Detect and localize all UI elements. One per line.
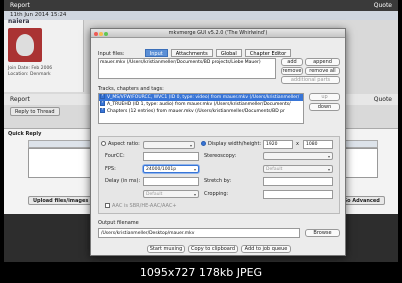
tab-chapter-editor[interactable]: Chapter Editor [244,49,292,57]
default-select[interactable]: Default ▾ [143,190,199,198]
display-width-input[interactable]: 1920 [263,140,293,149]
input-file-item[interactable]: mauer.mkv (/Users/kristianmeller/Documen… [99,59,275,66]
username[interactable]: naiera [8,18,29,25]
report-link-2[interactable]: Report [10,96,30,103]
aac-option[interactable]: AAC is SBR/HE-AAC/AAC+ [105,203,177,209]
track-checkbox[interactable] [100,94,105,99]
mkvmerge-window: mkvmerge GUI v5.2.0 ('The Whirlwind') In… [90,28,346,256]
down-button[interactable]: down [309,103,340,111]
track-label: Chapters (12 entries) from mauer.mkv (/U… [107,109,285,114]
track-checkbox[interactable] [100,101,105,106]
additional-parts-button[interactable]: additional parts [281,76,340,84]
tracks-list[interactable]: V_MS/VFW/FOURCC, WVC1 (ID 0, type: video… [98,93,304,124]
tab-global[interactable]: Global [215,49,242,57]
copy-to-clipboard-button[interactable]: Copy to clipboard [188,245,238,253]
remove-button[interactable]: remove [281,67,303,75]
track-row-chapters[interactable]: Chapters (12 entries) from mauer.mkv (/U… [99,108,303,115]
aspect-ratio-select[interactable]: ▾ [143,141,195,149]
tab-attachments[interactable]: Attachments [170,49,213,57]
quote-link-2[interactable]: Quote [374,94,392,105]
reply-to-thread-button[interactable]: Reply to Thread [10,107,60,116]
remove-all-button[interactable]: remove all [305,67,340,75]
location: Location: Denmark [8,72,51,77]
track-checkbox[interactable] [100,108,105,113]
fps-default-value: Default [266,167,283,172]
fps-value: 24000/1001p [146,167,177,172]
display-x-label: x [296,141,299,147]
output-filename-label: Output filename [98,220,139,226]
report-link[interactable]: Report [10,2,30,9]
aac-checkbox[interactable] [105,203,110,208]
track-row-video[interactable]: V_MS/VFW/FOURCC, WVC1 (ID 0, type: video… [99,94,303,101]
display-wh-radio[interactable] [201,141,206,146]
post-date: 11th Jun 2014 15:24 [4,11,398,20]
avatar [8,28,42,62]
top-report-bar: Report Quote [4,0,398,11]
fps-select[interactable]: 24000/1001p ▾ [143,165,199,173]
image-frame: Report Quote 11th Jun 2014 15:24 naiera … [0,0,402,283]
stretch-input[interactable] [263,177,333,186]
cropping-input[interactable] [263,190,333,199]
default-select-value: Default [146,192,163,197]
user-sidebar: naiera Join Date: Feb 2006 Location: Den… [4,18,84,92]
input-files-label: Input files: [98,51,125,57]
append-button[interactable]: append [305,58,340,66]
screenshot: Report Quote 11th Jun 2014 15:24 naiera … [4,0,398,262]
track-label: V_MS/VFW/FOURCC, WVC1 (ID 0, type: video… [107,95,300,100]
fourcc-input[interactable] [143,152,199,161]
main-tabs: Input Attachments Global Chapter Editor [91,40,345,59]
track-row-audio[interactable]: A_TRUEHD (ID 1, type: audio) from mauer.… [99,101,303,108]
fps-label: FPS: [105,166,116,172]
cropping-label: Cropping: [204,191,229,197]
aspect-ratio-label: Aspect ratio: [108,141,140,147]
window-controls [94,31,109,40]
aac-label: AAC is SBR/HE-AAC/AAC+ [112,203,177,209]
add-button[interactable]: add [281,58,303,66]
display-height-input[interactable]: 1080 [303,140,333,149]
upload-files-button[interactable]: Upload files/images [28,196,94,205]
delay-label: Delay (in ms): [105,178,141,184]
input-files-list[interactable]: mauer.mkv (/Users/kristianmeller/Documen… [98,58,276,79]
start-muxing-button[interactable]: Start muxing [147,245,185,253]
quote-link[interactable]: Quote [374,0,392,11]
tab-input[interactable]: Input [144,49,168,57]
stereoscopy-label: Stereoscopy: [204,153,237,159]
display-wh-option[interactable]: Display width/height: [201,141,261,147]
browse-button[interactable]: Browse [305,229,340,237]
window-title: mkvmerge GUI v5.2.0 ('The Whirlwind') [168,30,268,36]
display-wh-label: Display width/height: [208,141,262,147]
fps-default-select[interactable]: Default ▾ [263,165,333,173]
fourcc-label: FourCC: [105,153,125,159]
minimize-icon[interactable] [99,32,103,36]
aspect-ratio-option[interactable]: Aspect ratio: [101,141,140,147]
image-caption: 1095x727 178kb JPEG [0,262,402,283]
window-titlebar: mkvmerge GUI v5.2.0 ('The Whirlwind') [91,29,345,38]
output-filename-input[interactable]: /Users/kristianmeller/Desktop/mauer.mkv [98,228,300,238]
tracks-label: Tracks, chapters and tags: [98,86,164,92]
delay-input[interactable] [143,177,199,186]
track-label: A_TRUEHD (ID 1, type: audio) from mauer.… [107,102,291,107]
stereoscopy-select[interactable]: ▾ [263,152,333,160]
add-to-job-queue-button[interactable]: Add to job queue [241,245,291,253]
close-icon[interactable] [94,32,98,36]
up-button[interactable]: up [309,93,340,101]
stretch-label: Stretch by: [204,178,232,184]
join-date: Join Date: Feb 2006 [8,66,53,71]
aspect-ratio-radio[interactable] [101,141,106,146]
quick-reply-title: Quick Reply [8,131,42,137]
zoom-icon[interactable] [104,32,108,36]
